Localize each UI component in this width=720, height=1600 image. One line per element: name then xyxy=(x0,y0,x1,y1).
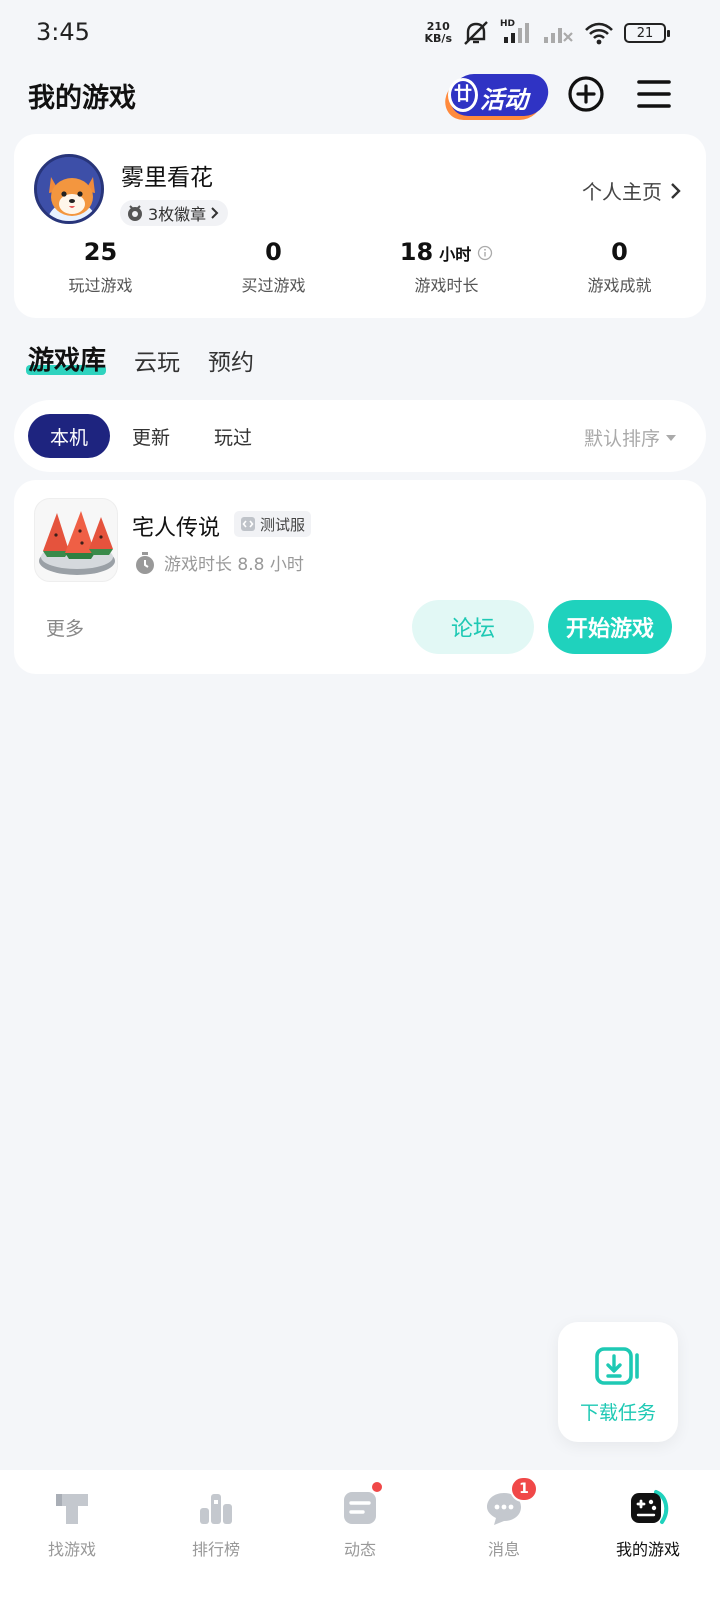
info-icon[interactable] xyxy=(477,245,493,261)
bottom-nav: 找游戏 排行榜 动态 1 消息 我的游戏 xyxy=(0,1470,720,1600)
add-circle-icon xyxy=(568,76,604,112)
status-icons: 210 KB/s HD 21 xyxy=(424,19,670,46)
download-tasks-label: 下载任务 xyxy=(579,1402,656,1424)
code-icon xyxy=(241,517,255,531)
nav-messages[interactable]: 1 消息 xyxy=(432,1470,576,1600)
download-icon xyxy=(595,1347,639,1385)
stat-unit: 小时 xyxy=(439,245,472,264)
more-button[interactable]: 更多 xyxy=(46,614,84,641)
chevron-right-icon xyxy=(211,207,219,219)
stat-label: 玩过游戏 xyxy=(68,276,133,295)
start-game-button[interactable]: 开始游戏 xyxy=(548,600,672,654)
stopwatch-icon xyxy=(136,551,154,574)
stat-value: 25 xyxy=(83,238,118,266)
stat-label: 游戏成就 xyxy=(587,276,652,295)
status-bar: 3:45 210 KB/s HD 21 xyxy=(0,0,720,62)
sort-label: 默认排序 xyxy=(583,428,660,450)
badges-label: 3枚徽章 xyxy=(148,205,207,224)
homepage-label: 个人主页 xyxy=(582,180,662,204)
wifi-icon xyxy=(585,22,613,45)
nav-my-games[interactable]: 我的游戏 xyxy=(576,1470,720,1600)
ranking-icon xyxy=(200,1494,232,1524)
stat-played-games[interactable]: 25 玩过游戏 xyxy=(14,238,187,296)
feed-icon xyxy=(344,1492,376,1524)
filter-bar: 本机 更新 玩过 默认排序 xyxy=(14,400,706,472)
game-icon[interactable] xyxy=(34,498,118,582)
stat-value: 0 xyxy=(611,238,628,266)
game-name: 宅人传说 xyxy=(132,516,221,541)
game-card[interactable]: 宅人传说 测试服 游戏时长 8.8 小时 更多 论坛 开始游戏 xyxy=(14,480,706,674)
status-time: 3:45 xyxy=(36,18,90,46)
mute-bell-icon xyxy=(464,21,488,45)
app-header: 我的游戏 廿 活动 xyxy=(0,62,720,124)
stat-achievements[interactable]: 0 游戏成就 xyxy=(533,238,706,296)
avatar[interactable] xyxy=(34,154,104,224)
find-game-icon xyxy=(56,1494,88,1524)
stat-play-time[interactable]: 18 小时 游戏时长 xyxy=(360,238,533,296)
unread-count-badge: 1 xyxy=(510,1476,538,1502)
signal-no-service-icon xyxy=(544,28,573,43)
game-playtime: 游戏时长 8.8 小时 xyxy=(134,550,304,575)
medal-icon xyxy=(128,205,142,221)
tab-reservations[interactable]: 预约 xyxy=(208,343,254,377)
my-games-icon xyxy=(631,1490,669,1524)
download-tasks-button[interactable]: 下载任务 xyxy=(558,1322,678,1442)
library-tabs: 游戏库 云玩 预约 xyxy=(25,340,254,377)
filter-updates[interactable]: 更新 xyxy=(110,414,192,458)
stat-value: 18 xyxy=(399,238,434,266)
network-speed: 210 KB/s xyxy=(424,20,452,45)
add-button[interactable] xyxy=(566,74,606,114)
activity-logo-icon: 廿 xyxy=(448,78,478,112)
nav-find-game[interactable]: 找游戏 xyxy=(0,1470,144,1600)
battery-icon: 21 xyxy=(624,23,670,43)
tab-game-library[interactable]: 游戏库 xyxy=(25,340,107,377)
badges-button[interactable]: 3枚徽章 xyxy=(120,200,229,226)
sort-dropdown[interactable]: 默认排序 xyxy=(584,424,676,451)
tab-cloud-play[interactable]: 云玩 xyxy=(134,343,180,377)
nav-feed[interactable]: 动态 xyxy=(288,1470,432,1600)
stat-bought-games[interactable]: 0 买过游戏 xyxy=(187,238,360,296)
filter-played[interactable]: 玩过 xyxy=(192,414,274,458)
homepage-link[interactable]: 个人主页 xyxy=(582,176,682,205)
signal-hd-icon: HD xyxy=(500,19,532,45)
test-server-tag: 测试服 xyxy=(234,511,312,537)
nav-ranking[interactable]: 排行榜 xyxy=(144,1470,288,1600)
page-title: 我的游戏 xyxy=(28,83,136,114)
forum-button[interactable]: 论坛 xyxy=(412,600,534,654)
stat-label: 游戏时长 xyxy=(414,276,479,295)
stat-value: 0 xyxy=(265,238,282,266)
caret-down-icon xyxy=(666,434,676,441)
filter-local[interactable]: 本机 xyxy=(28,414,111,458)
notification-dot xyxy=(370,1480,384,1494)
stat-label: 买过游戏 xyxy=(241,276,306,295)
menu-button[interactable] xyxy=(634,74,674,114)
profile-card: 雾里看花 3枚徽章 个人主页 25 玩过游戏 0 买过游戏 18 小时 游戏时长… xyxy=(14,134,706,318)
profile-stats: 25 玩过游戏 0 买过游戏 18 小时 游戏时长 0 游戏成就 xyxy=(14,238,706,296)
menu-icon xyxy=(637,80,671,108)
activity-button[interactable]: 廿 活动 xyxy=(440,68,551,122)
user-name: 雾里看花 xyxy=(121,165,213,191)
chevron-right-icon xyxy=(671,182,681,199)
activity-label: 活动 xyxy=(480,86,528,114)
